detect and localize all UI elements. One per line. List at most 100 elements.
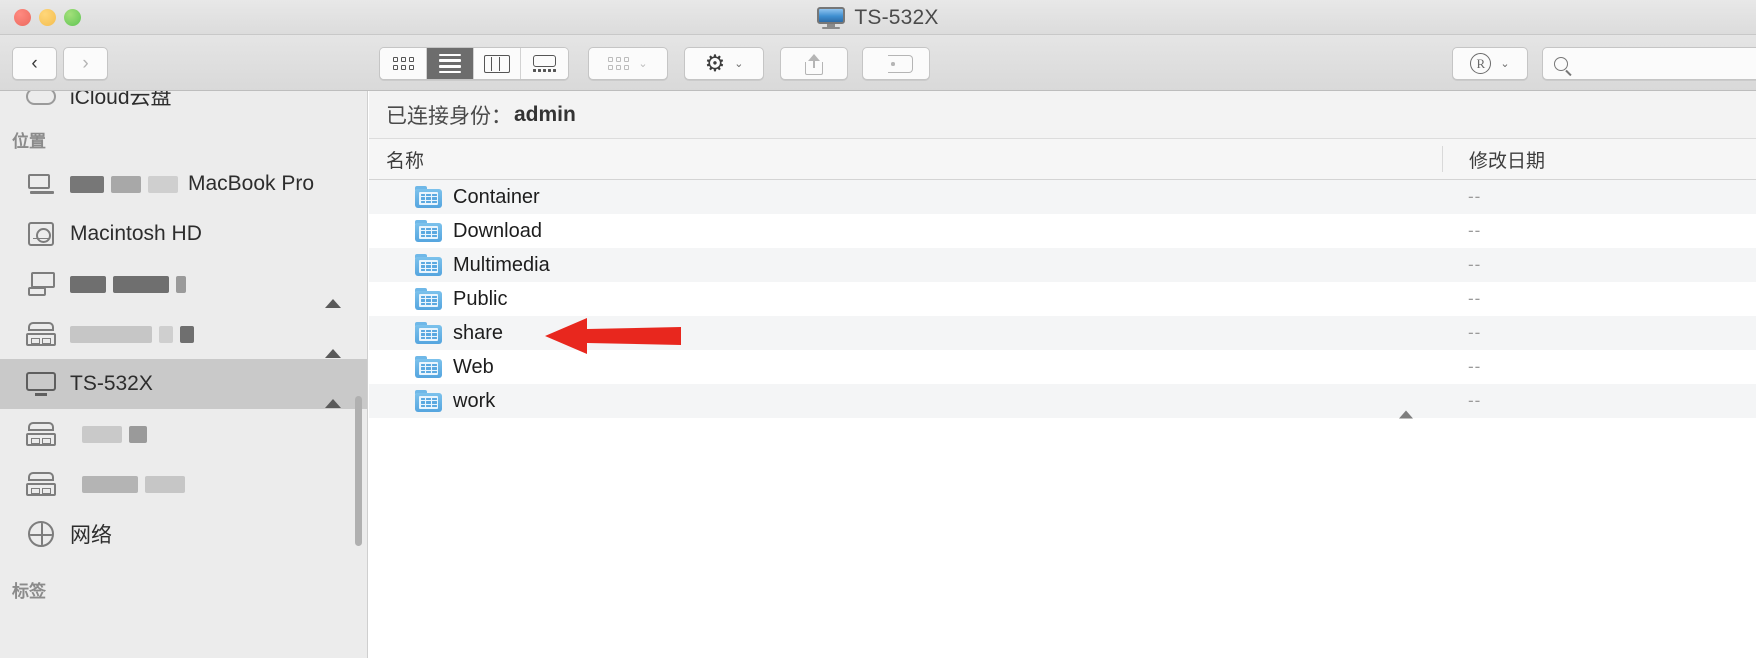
shared-folder-icon: [415, 356, 442, 378]
registered-mark-button[interactable]: R ⌄: [1452, 47, 1528, 80]
row-name-cell[interactable]: work: [369, 390, 1442, 413]
sidebar-item-label: Macintosh HD: [70, 222, 202, 245]
file-rows: Container -- Download -- Multimedia -- P…: [369, 180, 1756, 419]
shared-folder-icon: [415, 288, 442, 310]
column-header-name[interactable]: 名称: [369, 146, 1442, 173]
sidebar-scrollbar[interactable]: [355, 396, 362, 546]
tag-button[interactable]: [862, 47, 930, 80]
gallery-view-button[interactable]: [521, 48, 568, 79]
file-name: Container: [453, 185, 540, 208]
redacted-text: [70, 325, 194, 343]
eject-button[interactable]: [1399, 393, 1414, 419]
forward-button[interactable]: ›: [63, 47, 108, 80]
file-name: Download: [453, 219, 542, 242]
chevron-down-icon: ⌄: [734, 58, 744, 70]
shared-folder-icon: [415, 254, 442, 276]
navigation-buttons: ‹ ›: [12, 47, 108, 80]
columns-icon: [484, 54, 510, 73]
sidebar-item-redacted-4[interactable]: [0, 459, 367, 509]
view-mode-segmented-control: [379, 47, 569, 80]
share-button[interactable]: [780, 47, 848, 80]
red-arrow-pointing-at-share: [545, 318, 681, 354]
table-row[interactable]: Download --: [369, 214, 1756, 248]
gallery-icon: [533, 55, 556, 72]
nas-icon: [24, 322, 58, 346]
window-title: TS-532X: [0, 0, 1756, 35]
sidebar-item-network[interactable]: 网络: [0, 509, 367, 559]
column-headers: 名称 修改日期: [369, 139, 1756, 180]
finder-window: TS-532X ‹ › ⌄ ⚙ ⌄ R ⌄ iCloud云盘 位置 MacBoo…: [0, 0, 1756, 658]
laptop-screen-icon: [24, 174, 58, 194]
share-upload-icon: [803, 53, 825, 75]
shared-folder-icon: [415, 322, 442, 344]
title-bar: TS-532X: [0, 0, 1756, 35]
file-name: work: [453, 389, 496, 412]
eject-button[interactable]: [325, 276, 341, 308]
table-row[interactable]: work --: [369, 384, 1756, 419]
sidebar-item-label: TS-532X: [70, 372, 153, 395]
tag-icon: [879, 54, 913, 73]
row-date-cell: --: [1468, 323, 1482, 342]
table-row[interactable]: Multimedia --: [369, 248, 1756, 282]
row-name-cell[interactable]: Multimedia: [369, 254, 1442, 277]
sidebar-item-label: MacBook Pro: [188, 172, 315, 195]
sidebar-item-label: 网络: [70, 524, 112, 547]
row-date-cell: --: [1468, 391, 1482, 410]
list-view-button[interactable]: [427, 48, 474, 79]
table-row[interactable]: Public --: [369, 282, 1756, 316]
row-name-cell[interactable]: share: [369, 322, 1442, 345]
action-menu-button[interactable]: ⚙ ⌄: [684, 47, 764, 80]
shared-folder-icon: [415, 220, 442, 242]
chevron-down-icon: ⌄: [1500, 58, 1510, 70]
search-input[interactable]: [1542, 47, 1756, 80]
table-row[interactable]: Container --: [369, 180, 1756, 214]
shared-folder-icon: [415, 186, 442, 208]
redacted-text: [82, 425, 147, 443]
gear-icon: ⚙: [704, 50, 726, 76]
row-date-cell: --: [1468, 221, 1482, 240]
display-monitor-icon: [817, 6, 846, 29]
eject-button[interactable]: [325, 376, 341, 408]
row-name-cell[interactable]: Download: [369, 220, 1442, 243]
shared-folder-icon: [415, 390, 442, 412]
row-name-cell[interactable]: Container: [369, 186, 1442, 209]
sidebar-item-redacted-1[interactable]: [0, 259, 367, 309]
sidebar-item-redacted-3[interactable]: [0, 409, 367, 459]
cloud-icon: [24, 91, 58, 105]
file-name: Web: [453, 355, 494, 378]
row-name-cell[interactable]: Web: [369, 356, 1442, 379]
icon-grid-icon: [392, 57, 414, 70]
row-date-cell: --: [1468, 255, 1482, 274]
arrange-by-button[interactable]: ⌄: [588, 47, 668, 80]
sidebar[interactable]: iCloud云盘 位置 MacBook Pro Macintosh HD TS-…: [0, 91, 368, 658]
connection-status-banner: 已连接身份： admin: [369, 91, 1756, 139]
sidebar-heading-tags: 标签: [12, 582, 46, 601]
toolbar: ‹ › ⌄ ⚙ ⌄ R ⌄: [0, 35, 1756, 91]
globe-icon: [24, 521, 58, 547]
eject-button[interactable]: [325, 326, 341, 358]
icon-view-button[interactable]: [380, 48, 427, 79]
row-date-cell: --: [1468, 187, 1482, 206]
nas-icon: [24, 422, 58, 446]
column-view-button[interactable]: [474, 48, 521, 79]
file-list-pane: 已连接身份： admin 名称 修改日期 Container -- Downloa…: [369, 91, 1756, 658]
server-screen-icon: [24, 272, 58, 296]
sidebar-item-icloud[interactable]: iCloud云盘: [0, 91, 367, 113]
redacted-text: [82, 475, 185, 493]
file-name: Multimedia: [453, 253, 550, 276]
arrange-grid-icon: [608, 57, 630, 70]
sidebar-item-redacted-2[interactable]: [0, 309, 367, 359]
window-title-text: TS-532X: [854, 5, 939, 29]
column-header-date-modified[interactable]: 修改日期: [1442, 146, 1545, 172]
sidebar-item-ts-532x[interactable]: TS-532X: [0, 359, 367, 409]
redacted-text: [70, 175, 178, 193]
connection-prefix-label: 已连接身份：: [386, 104, 512, 128]
sidebar-item-macbook-pro[interactable]: MacBook Pro: [0, 159, 367, 209]
connected-user: admin: [514, 102, 576, 126]
redacted-text: [70, 275, 186, 293]
file-name: share: [453, 321, 504, 344]
back-button[interactable]: ‹: [12, 47, 57, 80]
row-name-cell[interactable]: Public: [369, 288, 1442, 311]
sidebar-heading-locations: 位置: [12, 132, 46, 151]
sidebar-item-macintosh-hd[interactable]: Macintosh HD: [0, 209, 367, 259]
